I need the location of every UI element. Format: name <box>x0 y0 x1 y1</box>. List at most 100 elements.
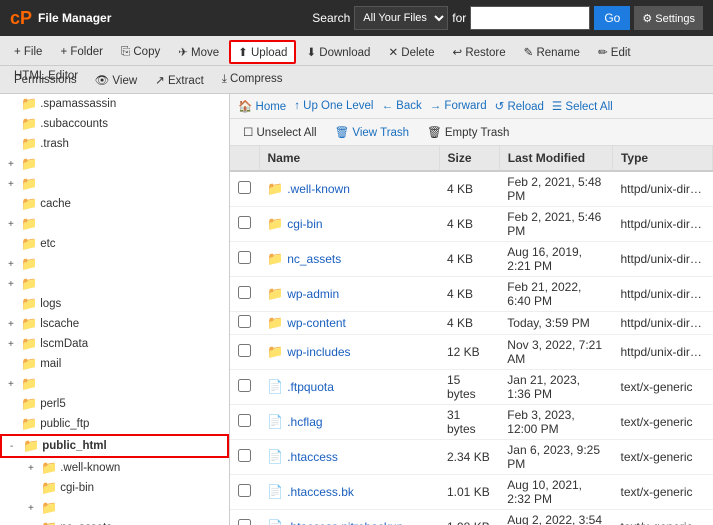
table-row[interactable]: 📄.ftpquota15 bytesJan 21, 2023, 1:36 PMt… <box>230 370 713 405</box>
expand-icon[interactable]: + <box>28 463 38 474</box>
sidebar-item[interactable]: +📁lscmData <box>0 334 229 354</box>
permissions-button[interactable]: Permissions <box>6 70 85 90</box>
sidebar-item[interactable]: 📁etc <box>0 234 229 254</box>
sidebar-item[interactable]: +📁 <box>0 274 229 294</box>
expand-icon[interactable]: + <box>8 159 18 170</box>
expand-icon[interactable]: + <box>8 259 18 270</box>
delete-button[interactable]: ✕ Delete <box>380 41 442 63</box>
file-name[interactable]: .well-known <box>287 182 350 196</box>
go-button[interactable]: Go <box>594 6 630 30</box>
table-row[interactable]: 📄.htaccess2.34 KBJan 6, 2023, 9:25 PMtex… <box>230 440 713 475</box>
sidebar-item[interactable]: +📁nc_assets <box>0 518 229 525</box>
file-name[interactable]: .ftpquota <box>287 380 334 394</box>
row-checkbox[interactable] <box>238 216 251 229</box>
rename-button[interactable]: ✎ Rename <box>516 41 588 63</box>
sidebar-item[interactable]: 📁public_ftp <box>0 414 229 434</box>
sidebar-item[interactable]: 📁.subaccounts <box>0 114 229 134</box>
expand-icon[interactable]: - <box>10 441 20 452</box>
sidebar-item[interactable]: 📁perl5 <box>0 394 229 414</box>
folder-icon: 📁 <box>41 520 57 525</box>
file-name[interactable]: nc_assets <box>287 252 341 266</box>
sidebar-item[interactable]: 📁cgi-bin <box>0 478 229 498</box>
table-row[interactable]: 📁.well-known4 KBFeb 2, 2021, 5:48 PMhttp… <box>230 171 713 207</box>
file-name[interactable]: wp-includes <box>287 345 350 359</box>
file-name[interactable]: .htaccess.bk <box>287 485 354 499</box>
row-checkbox[interactable] <box>238 286 251 299</box>
copy-button[interactable]: ⎘ Copy <box>113 42 168 63</box>
sidebar-item[interactable]: +📁 <box>0 498 229 518</box>
expand-icon[interactable]: + <box>28 503 38 514</box>
sidebar-item[interactable]: +📁 <box>0 174 229 194</box>
expand-icon[interactable]: + <box>8 339 18 350</box>
row-checkbox[interactable] <box>238 379 251 392</box>
expand-icon[interactable]: + <box>8 279 18 290</box>
file-name[interactable]: wp-content <box>287 316 346 330</box>
settings-button[interactable]: ⚙ Settings <box>634 6 703 30</box>
move-button[interactable]: ✈ Move <box>170 41 227 63</box>
view-button[interactable]: 👁 View <box>87 69 146 91</box>
table-row[interactable]: 📄.hcflag31 bytesFeb 3, 2023, 12:00 PMtex… <box>230 405 713 440</box>
sidebar-item[interactable]: 📁.trash <box>0 134 229 154</box>
file-name[interactable]: wp-admin <box>287 287 339 301</box>
edit-button[interactable]: ✏ Edit <box>590 41 639 63</box>
file-name[interactable]: .hcflag <box>287 415 322 429</box>
sidebar-item[interactable]: +📁lscache <box>0 314 229 334</box>
sidebar-item[interactable]: +📁 <box>0 214 229 234</box>
back-button[interactable]: ← Back <box>381 100 421 112</box>
search-input[interactable] <box>470 6 590 30</box>
table-row[interactable]: 📄.htaccess.bk1.01 KBAug 10, 2021, 2:32 P… <box>230 475 713 510</box>
row-checkbox[interactable] <box>238 251 251 264</box>
sidebar-item[interactable]: 📁logs <box>0 294 229 314</box>
file-name[interactable]: .htaccess.nitrobackup <box>287 520 403 525</box>
row-checkbox[interactable] <box>238 484 251 497</box>
select-all-button[interactable]: ☰ Select All <box>552 99 613 113</box>
up-level-button[interactable]: ↑ Up One Level <box>294 100 373 112</box>
table-row[interactable]: 📁wp-admin4 KBFeb 21, 2022, 6:40 PMhttpd/… <box>230 277 713 312</box>
new-folder-button[interactable]: + Folder <box>52 42 111 62</box>
reload-button[interactable]: ↺ Reload <box>495 99 544 113</box>
search-scope-dropdown[interactable]: All Your Files <box>354 6 448 30</box>
sidebar-item[interactable]: +📁 <box>0 154 229 174</box>
compress-button[interactable]: ⤓ Compress <box>214 69 291 90</box>
forward-button[interactable]: → Forward <box>430 100 487 112</box>
row-checkbox[interactable] <box>238 315 251 328</box>
row-checkbox[interactable] <box>238 344 251 357</box>
sidebar-item[interactable]: -📁public_html <box>0 434 229 458</box>
main-area: 📁.spamassassin📁.subaccounts📁.trash+📁+📁📁c… <box>0 94 713 525</box>
size-col-header[interactable]: Size <box>439 146 499 171</box>
file-name[interactable]: cgi-bin <box>287 217 322 231</box>
empty-trash-button[interactable]: 🗑 Empty Trash <box>422 123 514 141</box>
download-button[interactable]: ⬇ Download <box>298 41 378 63</box>
unselect-all-button[interactable]: ☐ Unselect All <box>238 123 322 141</box>
table-row[interactable]: 📁nc_assets4 KBAug 16, 2019, 2:21 PMhttpd… <box>230 242 713 277</box>
modified-col-header[interactable]: Last Modified <box>499 146 612 171</box>
sidebar-item[interactable]: 📁cache <box>0 194 229 214</box>
extract-button[interactable]: ↗ Extract <box>147 69 212 91</box>
type-col-header[interactable]: Type <box>612 146 712 171</box>
expand-icon[interactable]: + <box>8 319 18 330</box>
table-row[interactable]: 📁wp-includes12 KBNov 3, 2022, 7:21 AMhtt… <box>230 335 713 370</box>
upload-button[interactable]: ⬆ Upload <box>229 40 296 64</box>
row-checkbox[interactable] <box>238 449 251 462</box>
sidebar-item[interactable]: +📁.well-known <box>0 458 229 478</box>
expand-icon[interactable]: + <box>8 219 18 230</box>
sidebar-item[interactable]: +📁 <box>0 254 229 274</box>
sidebar-item[interactable]: 📁mail <box>0 354 229 374</box>
row-checkbox[interactable] <box>238 414 251 427</box>
view-trash-button[interactable]: 🗑 View Trash <box>330 123 414 141</box>
name-col-header[interactable]: Name <box>259 146 439 171</box>
new-file-button[interactable]: + File <box>6 42 50 62</box>
table-row[interactable]: 📁cgi-bin4 KBFeb 2, 2021, 5:46 PMhttpd/un… <box>230 207 713 242</box>
expand-icon[interactable]: + <box>8 179 18 190</box>
file-name[interactable]: .htaccess <box>287 450 338 464</box>
expand-icon[interactable]: + <box>8 379 18 390</box>
restore-button[interactable]: ↩ Restore <box>445 41 514 63</box>
sidebar-item[interactable]: +📁 <box>0 374 229 394</box>
home-nav-button[interactable]: 🏠 Home <box>238 99 286 113</box>
table-row[interactable]: 📁wp-content4 KBToday, 3:59 PMhttpd/unix-… <box>230 312 713 335</box>
row-checkbox[interactable] <box>238 181 251 194</box>
sidebar-item[interactable]: 📁.spamassassin <box>0 94 229 114</box>
file-modified: Aug 10, 2021, 2:32 PM <box>499 475 612 510</box>
row-checkbox[interactable] <box>238 519 251 525</box>
table-row[interactable]: 📄.htaccess.nitrobackup1.98 KBAug 2, 2022… <box>230 510 713 525</box>
